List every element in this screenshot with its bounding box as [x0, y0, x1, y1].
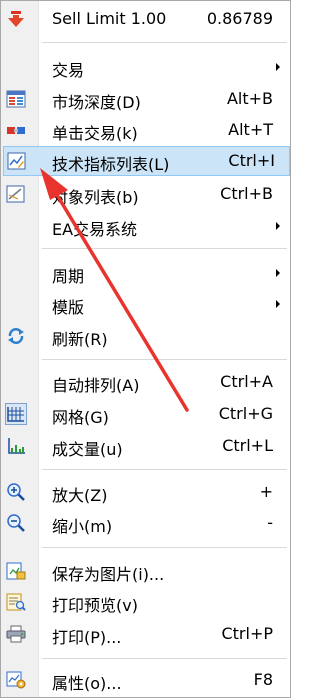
menu-item-zoom-in[interactable]: 放大(Z) + — [1, 477, 290, 507]
refresh-icon — [8, 328, 24, 344]
menu-item-label: EA交易系统 — [52, 220, 138, 239]
submenu-arrow-icon — [276, 269, 280, 277]
menu-item-grid[interactable]: 网格(G) Ctrl+G — [1, 399, 290, 429]
submenu-arrow-icon — [276, 300, 280, 308]
menu-item-label: 属性(o)... — [52, 674, 122, 693]
menu-separator — [42, 469, 287, 470]
menu-item-shortcut: Ctrl+L — [222, 436, 273, 455]
menu-item-print[interactable]: 打印(P)... Ctrl+P — [1, 619, 290, 649]
menu-item-print-preview[interactable]: 打印预览(v) — [1, 587, 290, 617]
menu-item-label: 交易 — [52, 61, 85, 80]
menu-item-label: 刷新(R) — [52, 330, 108, 349]
menu-item-refresh[interactable]: 刷新(R) — [1, 321, 290, 351]
menu-item-shortcut: + — [259, 482, 273, 501]
menu-item-save-as-picture[interactable]: 保存为图片(i)... — [1, 556, 290, 586]
menu-item-label: 单击交易(k) — [52, 124, 138, 143]
menu-item-label: 市场深度(D) — [52, 93, 141, 112]
menu-item-shortcut: Ctrl+G — [218, 404, 273, 423]
menu-item-label: 周期 — [52, 267, 85, 286]
menu-item-shortcut: - — [267, 513, 273, 532]
print-icon — [6, 625, 26, 643]
menu-item-indicator-list[interactable]: 技术指标列表(L) Ctrl+I — [3, 146, 290, 176]
menu-item-shortcut: 0.86789 — [206, 9, 273, 28]
menu-item-label: 网格(G) — [52, 408, 109, 427]
submenu-arrow-icon — [276, 63, 280, 71]
menu-separator — [42, 547, 287, 548]
menu-item-volumes[interactable]: 成交量(u) Ctrl+L — [1, 431, 290, 461]
sell-arrow-icon — [8, 11, 24, 27]
menu-item-label: 缩小(m) — [52, 517, 113, 536]
menu-item-shortcut: Alt+B — [226, 89, 273, 108]
zoom-in-icon — [7, 483, 25, 501]
menu-item-sell-limit[interactable]: Sell Limit 1.00 0.86789 — [1, 4, 290, 34]
grid-icon — [5, 403, 27, 425]
properties-icon — [6, 671, 26, 689]
menu-item-shortcut: Ctrl+B — [220, 184, 273, 203]
menu-item-label: 对象列表(b) — [52, 188, 139, 207]
object-list-icon — [6, 185, 25, 203]
menu-item-label: 成交量(u) — [52, 440, 123, 459]
menu-item-properties[interactable]: 属性(o)... F8 — [1, 665, 290, 695]
menu-item-timeframe[interactable]: 周期 — [1, 258, 290, 288]
menu-item-label: 技术指标列表(L) — [52, 155, 170, 174]
menu-item-label: 模版 — [52, 298, 85, 317]
menu-item-template[interactable]: 模版 — [1, 289, 290, 319]
submenu-arrow-icon — [276, 222, 280, 230]
menu-item-one-click-trading[interactable]: 单击交易(k) Alt+T — [1, 115, 290, 145]
menu-separator — [42, 359, 287, 360]
menu-item-zoom-out[interactable]: 缩小(m) - — [1, 508, 290, 538]
one-click-trade-icon — [7, 127, 25, 134]
zoom-out-icon — [7, 514, 25, 532]
print-preview-icon — [6, 593, 26, 611]
market-depth-icon — [6, 90, 26, 108]
menu-separator — [42, 658, 287, 659]
menu-item-label: 保存为图片(i)... — [52, 565, 165, 584]
menu-separator — [42, 248, 287, 249]
menu-item-market-depth[interactable]: 市场深度(D) Alt+B — [1, 84, 290, 114]
menu-item-shortcut: Ctrl+I — [228, 151, 275, 170]
menu-item-auto-arrange[interactable]: 自动排列(A) Ctrl+A — [1, 367, 290, 397]
menu-item-shortcut: Ctrl+P — [221, 624, 273, 643]
menu-item-label: 自动排列(A) — [52, 376, 140, 395]
menu-item-shortcut: Ctrl+A — [220, 372, 273, 391]
menu-item-shortcut: F8 — [253, 670, 273, 689]
menu-item-trade[interactable]: 交易 — [1, 52, 290, 82]
menu-item-object-list[interactable]: 对象列表(b) Ctrl+B — [1, 179, 290, 209]
menu-item-expert-advisors[interactable]: EA交易系统 — [1, 211, 290, 241]
menu-separator — [42, 42, 287, 43]
menu-item-label: 放大(Z) — [52, 486, 108, 505]
menu-item-label: Sell Limit 1.00 — [52, 9, 167, 28]
context-menu: Sell Limit 1.00 0.86789 交易 市场深度(D) Alt+B… — [0, 0, 291, 698]
menu-item-label: 打印预览(v) — [52, 596, 138, 615]
volume-icon — [8, 438, 25, 454]
menu-item-label: 打印(P)... — [52, 628, 122, 647]
save-image-icon — [6, 562, 26, 580]
indicator-list-icon — [7, 152, 26, 170]
menu-item-shortcut: Alt+T — [228, 120, 273, 139]
